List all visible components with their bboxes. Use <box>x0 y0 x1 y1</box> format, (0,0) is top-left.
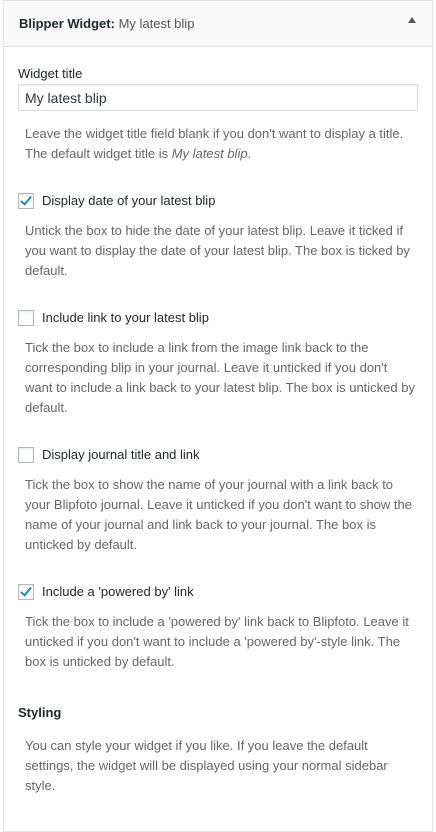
default-title-italic: My latest blip <box>171 146 248 161</box>
option-description: Tick the box to show the name of your jo… <box>25 477 412 552</box>
option-description: Untick the box to hide the date of your … <box>25 223 410 278</box>
option-label[interactable]: Display journal title and link <box>42 446 200 464</box>
option-row[interactable]: Display date of your latest blip <box>18 192 418 210</box>
widget-body: Widget title Leave the widget title fiel… <box>4 65 432 796</box>
option-checkbox[interactable] <box>18 584 34 600</box>
option-label[interactable]: Display date of your latest blip <box>42 192 215 210</box>
blipper-widget: Blipper Widget: My latest blip Widget ti… <box>3 0 433 832</box>
widget-header-title: Blipper Widget: My latest blip <box>19 16 194 31</box>
styling-heading: Styling <box>18 705 62 720</box>
option-checkbox[interactable] <box>18 310 34 326</box>
option-checkbox[interactable] <box>18 447 34 463</box>
styling-description: You can style your widget if you like. I… <box>25 738 388 793</box>
widget-title-label: Widget title <box>18 66 83 81</box>
option-label[interactable]: Include link to your latest blip <box>42 309 209 327</box>
option-label[interactable]: Include a 'powered by' link <box>42 583 194 601</box>
widget-header[interactable]: Blipper Widget: My latest blip <box>4 1 432 47</box>
option-row[interactable]: Include a 'powered by' link <box>18 583 418 601</box>
widget-title-input[interactable] <box>18 84 418 111</box>
option-description: Tick the box to include a link from the … <box>25 340 415 415</box>
collapse-arrow-icon[interactable] <box>408 17 416 23</box>
desc-end: . <box>247 146 252 161</box>
option-checkbox[interactable] <box>18 193 34 209</box>
option-description: Tick the box to include a 'powered by' l… <box>25 614 409 669</box>
option-row[interactable]: Display journal title and link <box>18 446 418 464</box>
option-row[interactable]: Include link to your latest blip <box>18 309 418 327</box>
widget-title-description: Leave the widget title field blank if yo… <box>25 124 415 164</box>
widget-instance-title: My latest blip <box>118 16 195 31</box>
widget-name: Blipper Widget: <box>19 16 115 31</box>
